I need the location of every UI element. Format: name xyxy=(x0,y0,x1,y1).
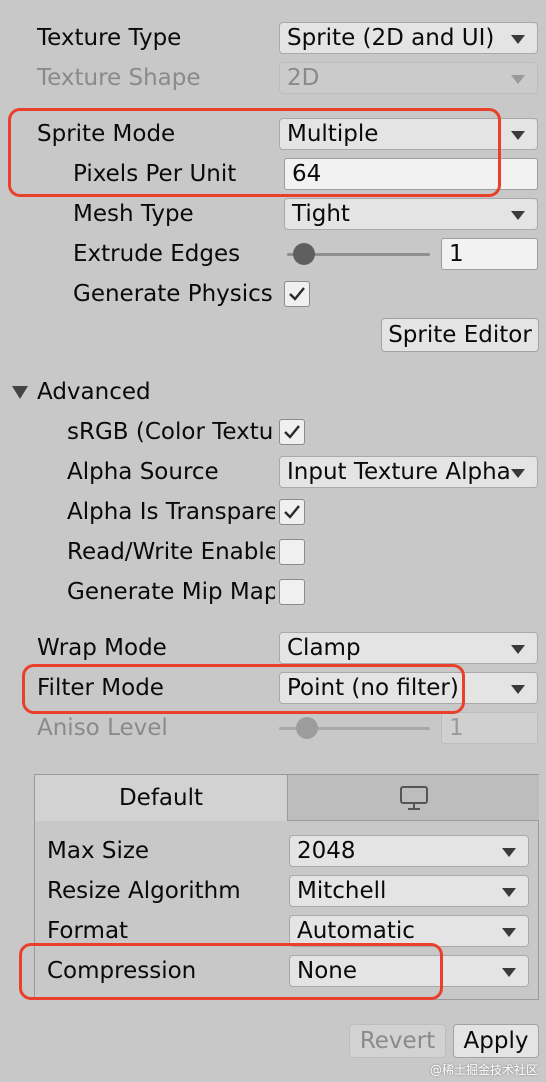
compression-value: None xyxy=(297,958,358,984)
resize-algorithm-label: Resize Algorithm xyxy=(47,878,241,904)
filter-mode-dropdown[interactable]: Point (no filter) xyxy=(279,672,538,704)
sprite-mode-label: Sprite Mode xyxy=(37,121,176,147)
platform-settings-panel: Default Max Size 2048 Resize Algorithm M… xyxy=(34,774,539,1000)
tab-default[interactable]: Default xyxy=(35,775,287,821)
foldout-triangle-icon xyxy=(12,386,28,399)
sprite-mode-row: Sprite Mode Multiple xyxy=(0,114,546,154)
mip-maps-row: Generate Mip Map xyxy=(0,572,546,612)
mesh-type-row: Mesh Type Tight xyxy=(0,194,546,234)
tab-standalone[interactable] xyxy=(287,775,539,821)
texture-shape-label: Texture Shape xyxy=(37,65,201,91)
filter-mode-label: Filter Mode xyxy=(37,675,164,701)
pixels-per-unit-label: Pixels Per Unit xyxy=(73,161,237,187)
max-size-value: 2048 xyxy=(297,838,356,864)
chevron-down-icon xyxy=(502,848,516,857)
read-write-row: Read/Write Enable xyxy=(0,532,546,572)
aniso-level-slider-knob xyxy=(296,717,319,739)
chevron-down-icon xyxy=(502,888,516,897)
compression-label: Compression xyxy=(47,958,197,984)
format-row: Format Automatic xyxy=(35,911,540,951)
monitor-icon xyxy=(400,786,428,810)
extrude-edges-slider-knob[interactable] xyxy=(293,243,316,265)
format-value: Automatic xyxy=(297,918,415,944)
sprite-mode-value: Multiple xyxy=(287,121,379,147)
chevron-down-icon xyxy=(511,131,525,140)
read-write-label: Read/Write Enable xyxy=(67,539,275,565)
mip-maps-label: Generate Mip Map xyxy=(67,579,275,605)
max-size-row: Max Size 2048 xyxy=(35,831,540,871)
alpha-source-label: Alpha Source xyxy=(67,459,219,485)
chevron-down-icon xyxy=(502,928,516,937)
format-label: Format xyxy=(47,918,129,944)
compression-row: Compression None xyxy=(35,951,540,991)
alpha-source-value: Input Texture Alpha xyxy=(287,459,511,485)
chevron-down-icon xyxy=(511,211,525,220)
alpha-source-row: Alpha Source Input Texture Alpha xyxy=(0,452,546,492)
mesh-type-label: Mesh Type xyxy=(73,201,194,227)
texture-type-row: Texture Type Sprite (2D and UI) xyxy=(0,18,546,58)
alpha-is-transparency-label: Alpha Is Transpare xyxy=(67,499,275,525)
read-write-checkbox[interactable] xyxy=(279,539,305,565)
apply-button[interactable]: Apply xyxy=(453,1024,539,1058)
chevron-down-icon xyxy=(511,35,525,44)
sprite-mode-dropdown[interactable]: Multiple xyxy=(279,118,538,150)
extrude-edges-input[interactable]: 1 xyxy=(441,238,538,270)
generate-physics-checkbox[interactable] xyxy=(284,281,310,307)
checkmark-icon xyxy=(289,287,305,301)
texture-type-value: Sprite (2D and UI) xyxy=(287,25,495,51)
watermark: @稀土掘金技术社区 xyxy=(429,1063,538,1077)
generate-physics-row: Generate Physics S xyxy=(0,274,546,314)
chevron-down-icon xyxy=(502,968,516,977)
chevron-down-icon xyxy=(511,685,525,694)
aniso-level-input: 1 xyxy=(441,712,538,744)
resize-algorithm-dropdown[interactable]: Mitchell xyxy=(289,875,529,907)
checkmark-icon xyxy=(284,505,300,519)
extrude-edges-label: Extrude Edges xyxy=(73,241,241,267)
wrap-mode-dropdown[interactable]: Clamp xyxy=(279,632,538,664)
format-dropdown[interactable]: Automatic xyxy=(289,915,529,947)
advanced-foldout[interactable]: Advanced xyxy=(0,372,546,412)
alpha-is-transparency-checkbox[interactable] xyxy=(279,499,305,525)
advanced-header: Advanced xyxy=(37,379,151,405)
wrap-mode-row: Wrap Mode Clamp xyxy=(0,628,546,668)
srgb-row: sRGB (Color Textu xyxy=(0,412,546,452)
chevron-down-icon xyxy=(511,75,525,84)
max-size-label: Max Size xyxy=(47,838,150,864)
wrap-mode-value: Clamp xyxy=(287,635,361,661)
filter-mode-row: Filter Mode Point (no filter) xyxy=(0,668,546,708)
mesh-type-dropdown[interactable]: Tight xyxy=(284,198,538,230)
srgb-label: sRGB (Color Textu xyxy=(67,419,274,445)
chevron-down-icon xyxy=(511,469,525,478)
texture-shape-row: Texture Shape 2D xyxy=(0,58,546,98)
extrude-edges-row: Extrude Edges 1 xyxy=(0,234,546,274)
mip-maps-checkbox[interactable] xyxy=(279,579,305,605)
generate-physics-label: Generate Physics S xyxy=(73,281,281,307)
texture-type-label: Texture Type xyxy=(37,25,182,51)
max-size-dropdown[interactable]: 2048 xyxy=(289,835,529,867)
revert-button[interactable]: Revert xyxy=(349,1024,446,1058)
chevron-down-icon xyxy=(511,645,525,654)
texture-shape-value: 2D xyxy=(287,65,320,91)
sprite-editor-button[interactable]: Sprite Editor xyxy=(381,318,539,352)
aniso-level-row: Aniso Level 1 xyxy=(0,708,546,748)
wrap-mode-label: Wrap Mode xyxy=(37,635,167,661)
texture-shape-dropdown: 2D xyxy=(279,62,538,94)
alpha-is-transparency-row: Alpha Is Transpare xyxy=(0,492,546,532)
pixels-per-unit-input[interactable]: 64 xyxy=(284,158,538,190)
resize-algorithm-row: Resize Algorithm Mitchell xyxy=(35,871,540,911)
resize-algorithm-value: Mitchell xyxy=(297,878,387,904)
compression-dropdown[interactable]: None xyxy=(289,955,529,987)
srgb-checkbox[interactable] xyxy=(279,419,305,445)
texture-type-dropdown[interactable]: Sprite (2D and UI) xyxy=(279,22,538,54)
aniso-level-label: Aniso Level xyxy=(37,715,168,741)
alpha-source-dropdown[interactable]: Input Texture Alpha xyxy=(279,456,538,488)
filter-mode-value: Point (no filter) xyxy=(287,675,459,701)
pixels-per-unit-row: Pixels Per Unit 64 xyxy=(0,154,546,194)
mesh-type-value: Tight xyxy=(292,201,350,227)
checkmark-icon xyxy=(284,425,300,439)
